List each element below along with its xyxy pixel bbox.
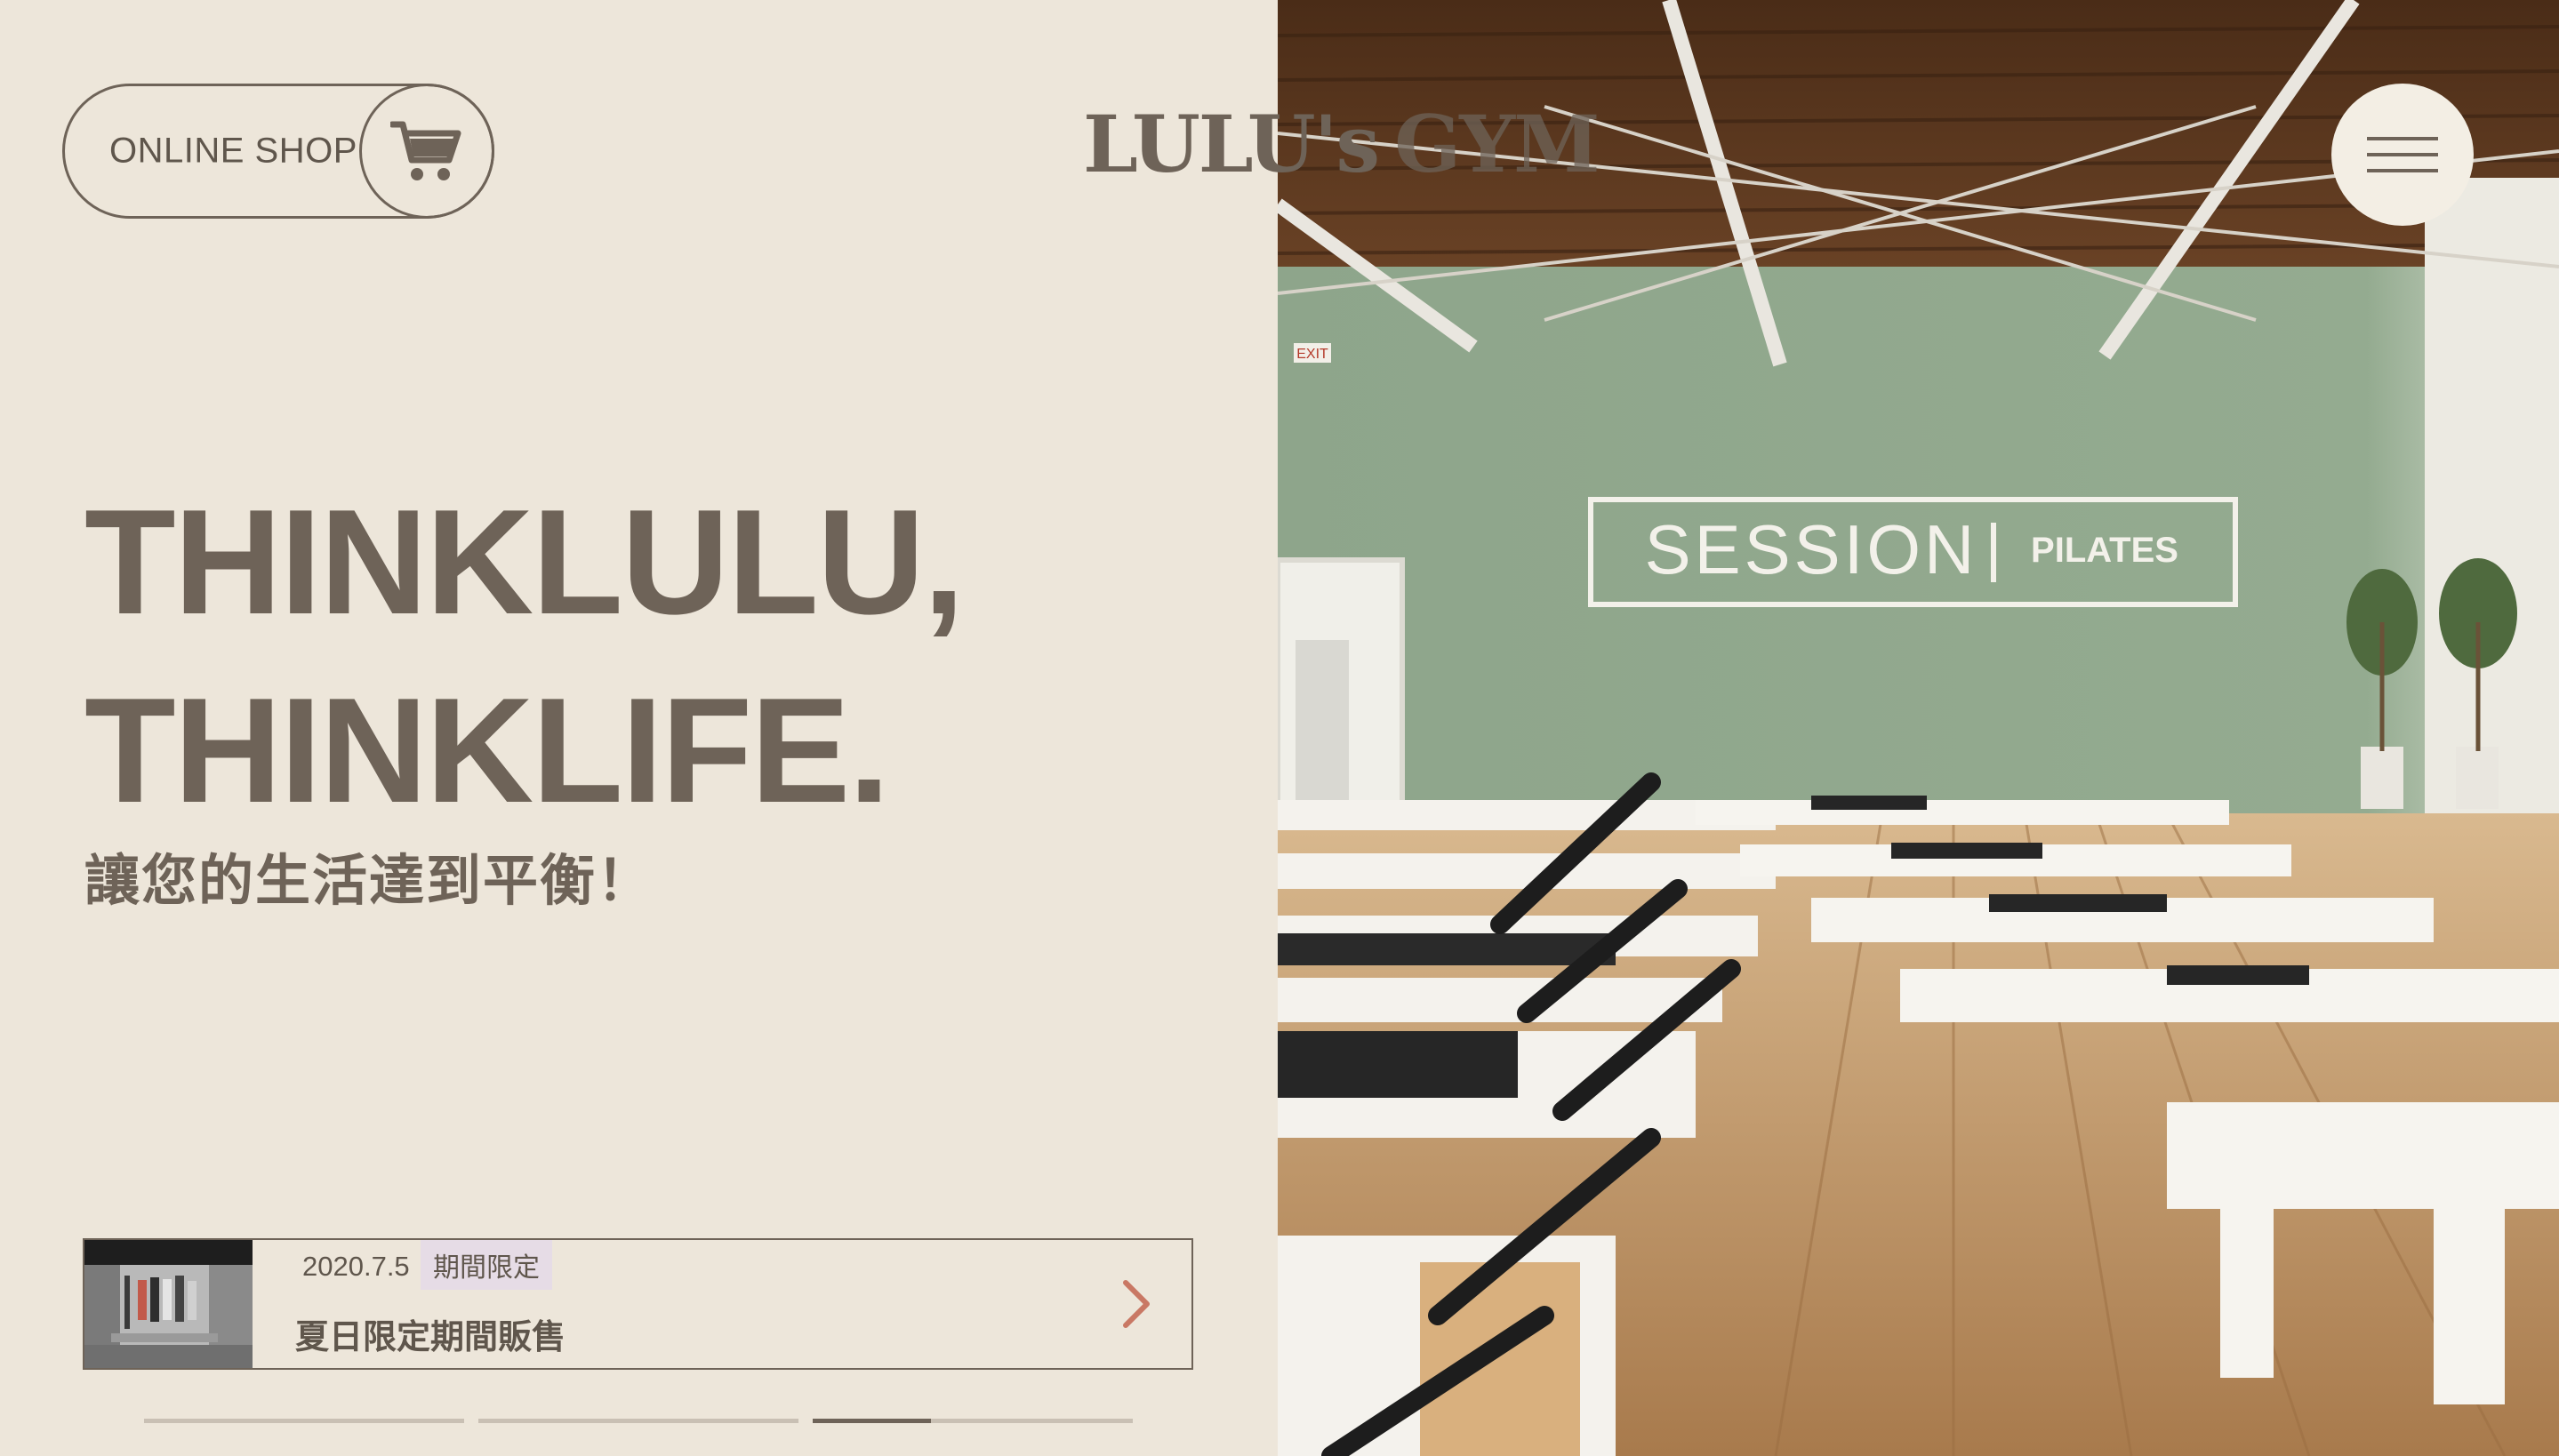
- online-shop-label: ONLINE SHOP: [109, 131, 357, 171]
- hero-subtitle: 讓您的生活達到平衡！: [84, 851, 654, 912]
- news-tag: 期間限定: [421, 1240, 552, 1290]
- hero-headline-line-1: THINKLULU,: [84, 478, 965, 645]
- cart-icon: [359, 84, 494, 219]
- chevron-right-icon[interactable]: [1119, 1277, 1154, 1331]
- slider-progress-fill: [813, 1419, 932, 1423]
- site-logo[interactable]: LULU's GYM: [1083, 98, 1600, 194]
- logo-text-lulus: LULU's: [1083, 98, 1380, 190]
- news-card[interactable]: 2020.7.5 期間限定 夏日限定期間販售: [83, 1238, 1193, 1370]
- hamburger-icon[interactable]: [2331, 84, 2474, 226]
- news-date: 2020.7.5: [302, 1251, 410, 1282]
- hero-headline-line-2: THINKLIFE.: [84, 667, 890, 834]
- wall-sign-sub: PILATES: [2031, 531, 2178, 570]
- hero-photo: EXIT SESSION PILATES: [1278, 0, 2559, 1456]
- logo-text-gym: GYM: [1394, 98, 1600, 190]
- slider-indicator-1[interactable]: [144, 1419, 464, 1423]
- slider-indicator-2[interactable]: [478, 1419, 798, 1423]
- slider-indicator-3[interactable]: [813, 1419, 1133, 1423]
- news-thumbnail: [84, 1240, 253, 1368]
- slider-indicators: [144, 1419, 1133, 1423]
- wall-sign-main: SESSION: [1645, 510, 1978, 588]
- menu-line: [2367, 137, 2438, 140]
- news-title: 夏日限定期間販售: [295, 1319, 566, 1356]
- exit-sign: EXIT: [1296, 347, 1328, 362]
- left-panel: ONLINE SHOP THINKLULU, THINKLIFE. 讓您的生活達…: [0, 0, 1278, 1456]
- menu-line: [2367, 153, 2438, 156]
- online-shop-button[interactable]: ONLINE SHOP: [62, 84, 494, 219]
- menu-line: [2367, 169, 2438, 172]
